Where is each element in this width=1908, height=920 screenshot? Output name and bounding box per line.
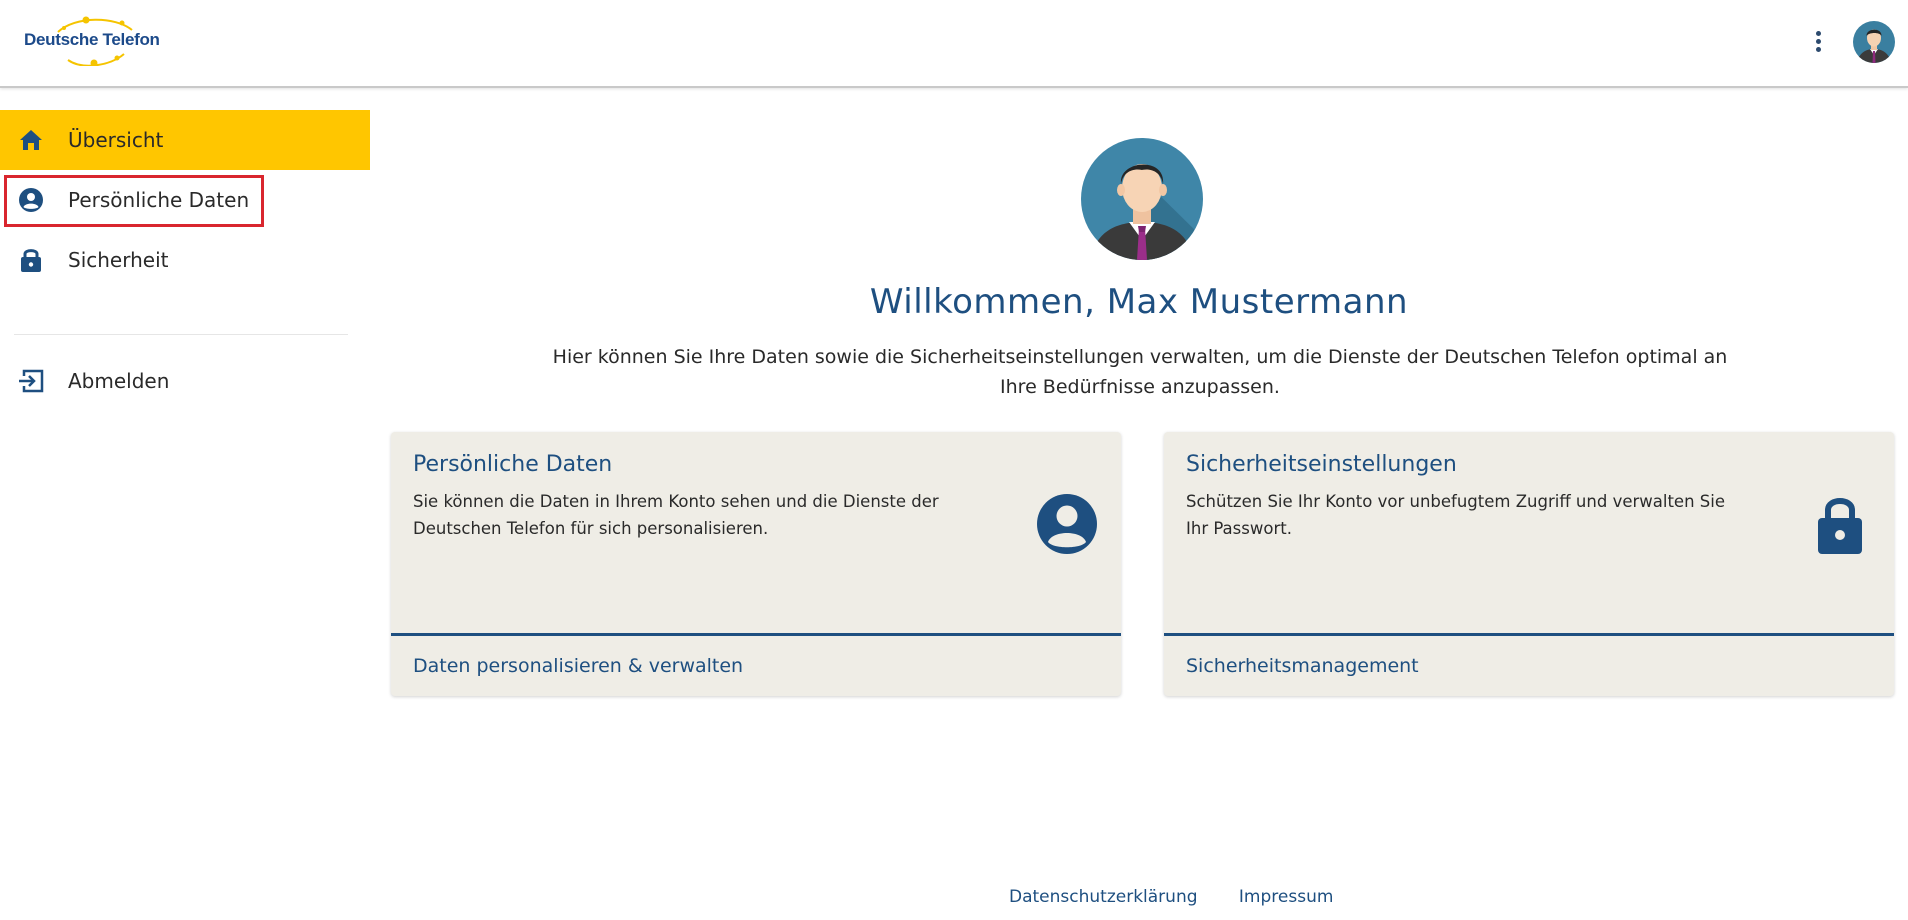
- welcome-heading: Willkommen, Max Mustermann: [869, 282, 1409, 322]
- footer-link-datenschutz[interactable]: Datenschutzerklärung: [1009, 887, 1198, 907]
- lock-icon: [18, 247, 44, 273]
- top-header: Deutsche Telefon: [0, 0, 1908, 88]
- home-icon: [18, 127, 44, 153]
- sidebar-item-label: Sicherheit: [68, 248, 169, 272]
- logo-text: Deutsche Telefon: [24, 30, 160, 49]
- intro-text: Hier können Sie Ihre Daten sowie die Sic…: [552, 346, 1728, 398]
- card-title: Persönliche Daten: [413, 452, 613, 477]
- card-text: Schützen Sie Ihr Konto vor unbefugtem Zu…: [1186, 492, 1725, 538]
- logout-label: Abmelden: [68, 369, 170, 393]
- card-title: Sicherheitseinstellungen: [1186, 452, 1457, 477]
- sidebar-divider: [14, 334, 348, 335]
- sidebar-item-label: Übersicht: [68, 128, 164, 152]
- card-text: Sie können die Daten in Ihrem Konto sehe…: [413, 492, 939, 538]
- footer-link-impressum[interactable]: Impressum: [1239, 887, 1334, 907]
- account-circle-icon: [1035, 492, 1099, 556]
- logout-icon: [18, 368, 44, 394]
- lock-icon: [1808, 492, 1872, 556]
- more-vert-icon[interactable]: [1808, 28, 1828, 58]
- sidebar-nav: Übersicht Persönliche Daten Sicherheit A…: [0, 110, 370, 411]
- brand-logo[interactable]: Deutsche Telefon: [20, 14, 160, 66]
- card-persoenliche-daten[interactable]: Persönliche Daten Sie können die Daten i…: [391, 432, 1121, 696]
- sidebar-item-uebersicht[interactable]: Übersicht: [0, 110, 370, 170]
- card-divider: [391, 633, 1121, 636]
- logout-button[interactable]: Abmelden: [0, 351, 370, 411]
- card-link-daten-verwalten[interactable]: Daten personalisieren & verwalten: [413, 655, 743, 677]
- profile-avatar-icon: [1081, 138, 1203, 260]
- sidebar-item-persoenliche-daten[interactable]: Persönliche Daten: [0, 170, 370, 230]
- sidebar-item-sicherheit[interactable]: Sicherheit: [0, 230, 370, 290]
- user-avatar-icon[interactable]: [1853, 21, 1895, 63]
- card-sicherheitseinstellungen[interactable]: Sicherheitseinstellungen Schützen Sie Ih…: [1164, 432, 1894, 696]
- card-link-sicherheitsmanagement[interactable]: Sicherheitsmanagement: [1186, 655, 1419, 677]
- highlight-box: [4, 175, 264, 227]
- card-divider: [1164, 633, 1894, 636]
